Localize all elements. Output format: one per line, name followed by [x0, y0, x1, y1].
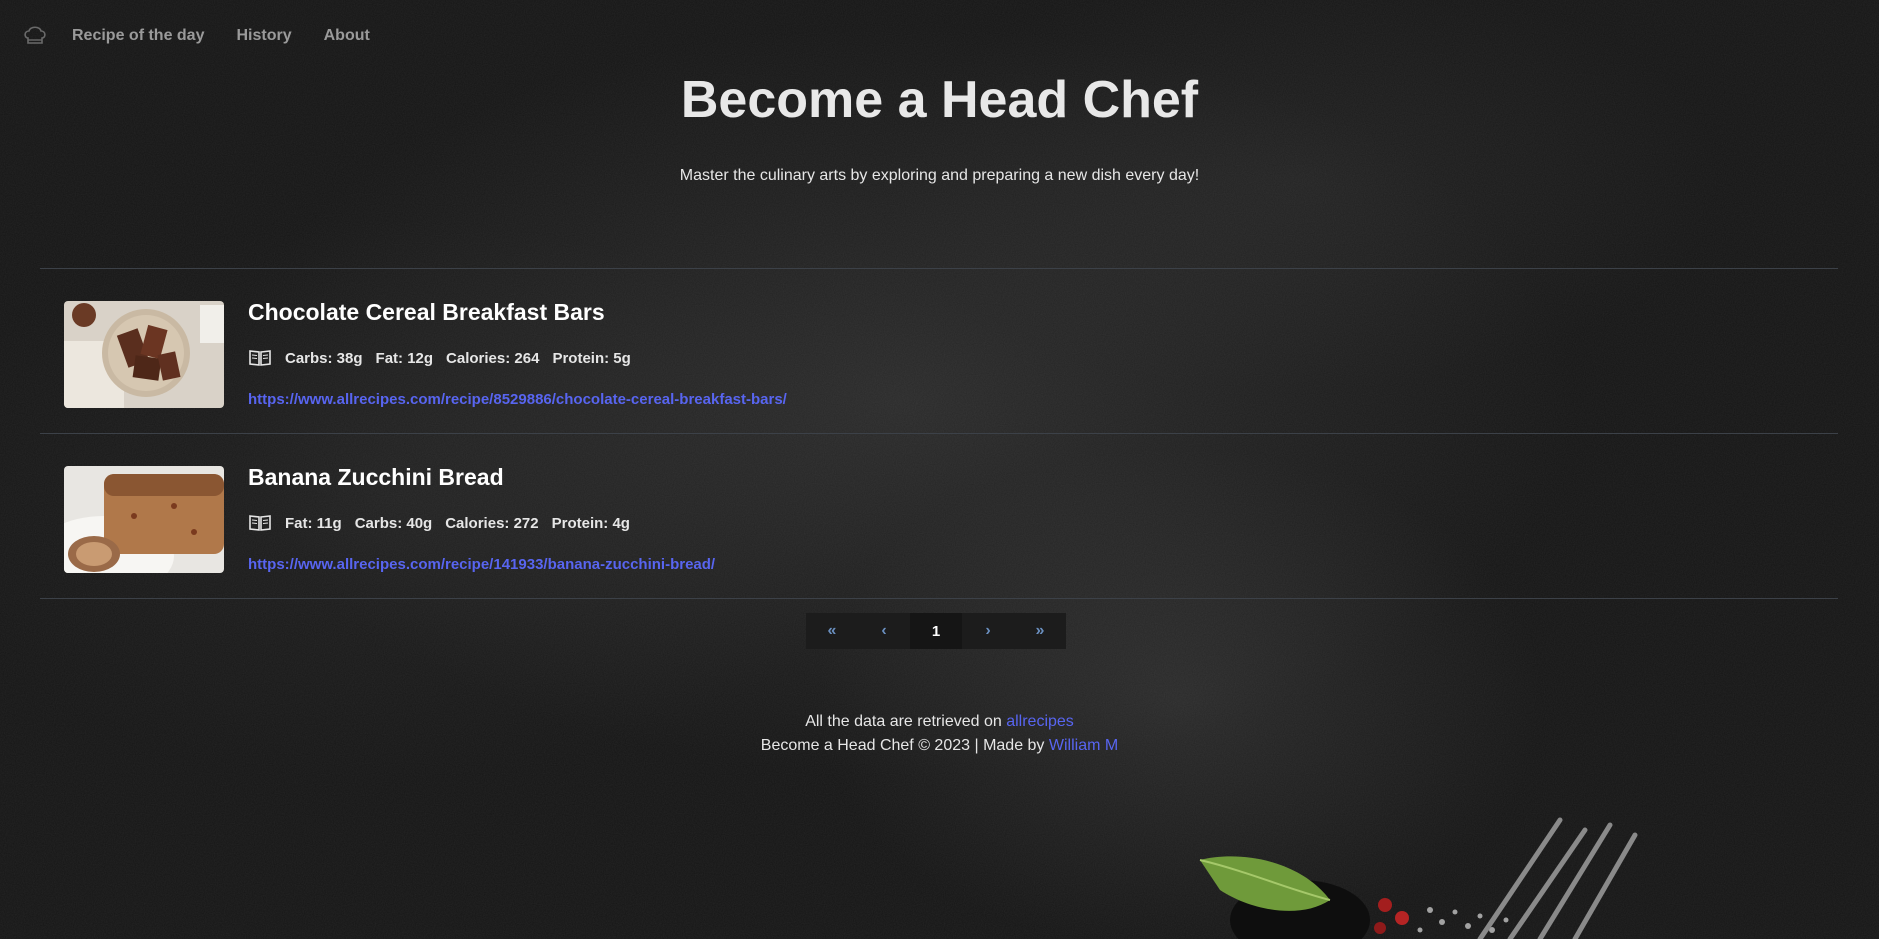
recipe-book-icon: [249, 350, 271, 366]
current-page-button[interactable]: 1: [910, 613, 962, 649]
nav-recipe-of-the-day[interactable]: Recipe of the day: [72, 18, 204, 54]
last-page-button[interactable]: »: [1014, 613, 1066, 649]
recipe-thumbnail[interactable]: [64, 301, 224, 408]
recipe-list: Chocolate Cereal Breakfast Bars Carbs: 3…: [40, 268, 1838, 599]
recipe-item: Chocolate Cereal Breakfast Bars Carbs: 3…: [40, 269, 1838, 434]
top-nav: Recipe of the day History About: [22, 18, 402, 54]
nutrition-value: Calories: 264: [446, 349, 540, 367]
nutrition-info: Fat: 11g Carbs: 40g Calories: 272 Protei…: [248, 514, 630, 532]
pagination: « ‹ 1 › »: [806, 613, 1066, 649]
nav-history[interactable]: History: [236, 18, 291, 54]
author-link[interactable]: William M: [1049, 737, 1118, 754]
footer-credit-text: Become a Head Chef © 2023 | Made by: [760, 737, 1045, 754]
prev-page-button[interactable]: ‹: [858, 613, 910, 649]
nutrition-info: Carbs: 38g Fat: 12g Calories: 264 Protei…: [248, 349, 631, 367]
recipe-title: Banana Zucchini Bread: [248, 464, 504, 490]
allrecipes-link[interactable]: allrecipes: [1006, 713, 1074, 730]
background-food-decoration: [1199, 817, 1638, 939]
recipe-link[interactable]: https://www.allrecipes.com/recipe/852988…: [248, 391, 787, 408]
nutrition-value: Protein: 4g: [551, 514, 630, 532]
chef-hat-icon[interactable]: [22, 23, 48, 49]
nutrition-value: Calories: 272: [445, 514, 539, 532]
recipe-book-icon: [249, 515, 271, 531]
page-subtitle: Master the culinary arts by exploring an…: [679, 167, 1200, 184]
first-page-button[interactable]: «: [806, 613, 858, 649]
recipe-item: Banana Zucchini Bread Fat: 11g Carbs: 40…: [40, 434, 1838, 599]
footer-line-credit: Become a Head Chef © 2023 | Made by Will…: [0, 734, 1879, 758]
nutrition-value: Fat: 12g: [375, 349, 434, 367]
nutrition-value: Fat: 11g: [285, 514, 342, 532]
page-title: Become a Head Chef: [680, 71, 1199, 129]
nutrition-value: Carbs: 38g: [285, 349, 363, 367]
nav-about[interactable]: About: [324, 18, 370, 54]
recipe-thumbnail[interactable]: [64, 466, 224, 573]
footer: All the data are retrieved on allrecipes…: [0, 710, 1879, 758]
next-page-button[interactable]: ›: [962, 613, 1014, 649]
recipe-link[interactable]: https://www.allrecipes.com/recipe/141933…: [248, 556, 715, 573]
footer-line-source: All the data are retrieved on allrecipes: [0, 710, 1879, 734]
nutrition-value: Protein: 5g: [552, 349, 631, 367]
recipe-title: Chocolate Cereal Breakfast Bars: [248, 299, 605, 325]
nutrition-value: Carbs: 40g: [354, 514, 433, 532]
footer-source-text: All the data are retrieved on: [805, 713, 1002, 730]
